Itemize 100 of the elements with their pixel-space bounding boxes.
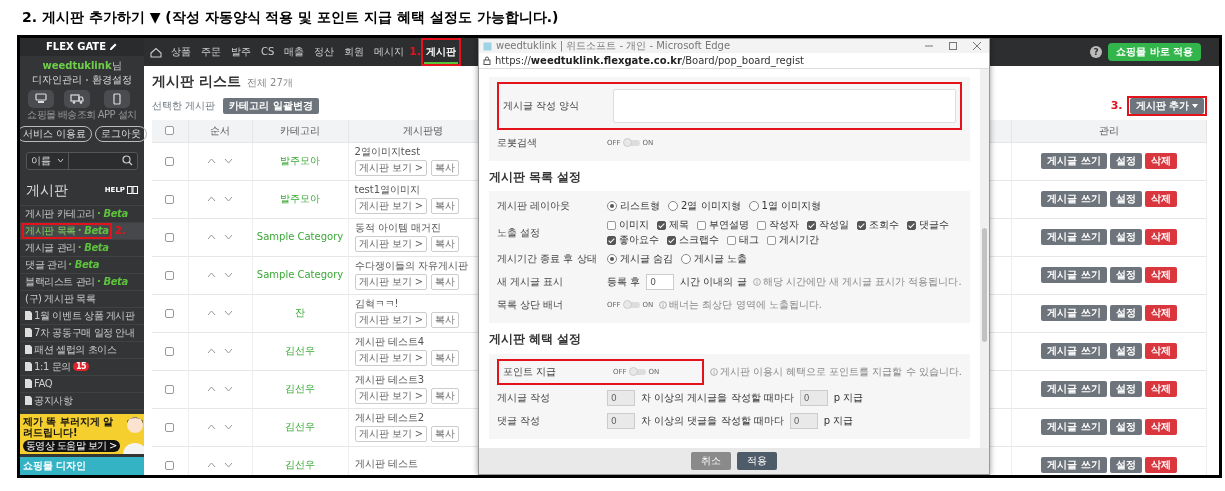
nav-tab[interactable]: 발주 (229, 40, 253, 64)
copy-button[interactable]: 복사 (431, 350, 460, 366)
chevron-up-icon[interactable] (207, 158, 216, 164)
checkbox[interactable] (165, 126, 175, 136)
banner-button[interactable]: 동영상 도움말 보기 > (23, 439, 120, 452)
checkbox[interactable] (767, 235, 776, 245)
copy-button[interactable]: 복사 (431, 274, 460, 290)
radio-button[interactable] (668, 201, 678, 212)
action-button[interactable]: 게시글 쓰기 (1041, 457, 1107, 474)
action-button[interactable]: 설정 (1109, 343, 1142, 359)
checkbox[interactable] (165, 422, 175, 432)
radio-button[interactable] (607, 254, 617, 265)
delete-button[interactable]: 삭제 (1144, 229, 1177, 245)
action-button[interactable]: 설정 (1109, 457, 1142, 474)
number-field[interactable]: 0 (646, 274, 675, 291)
checkbox[interactable] (607, 235, 616, 245)
view-board-button[interactable]: 게시판 보기 > (354, 274, 428, 290)
checkbox[interactable] (697, 220, 706, 230)
chevron-down-icon[interactable] (224, 310, 233, 316)
delete-button[interactable]: 삭제 (1144, 381, 1177, 397)
action-button[interactable]: 게시글 쓰기 (1041, 229, 1107, 245)
delete-button[interactable]: 삭제 (1144, 267, 1177, 283)
action-button[interactable]: 게시글 쓰기 (1041, 343, 1107, 359)
search-select[interactable]: 이름 (27, 152, 69, 169)
delete-button[interactable]: 삭제 (1144, 343, 1177, 359)
toggle-switch[interactable] (623, 302, 640, 309)
sidebar-item[interactable]: (구) 게시판 목록 (20, 290, 144, 308)
view-board-button[interactable]: 게시판 보기 > (354, 312, 428, 328)
checkbox[interactable] (165, 270, 175, 280)
action-button[interactable]: 게시글 쓰기 (1041, 191, 1107, 207)
action-button[interactable]: 설정 (1109, 191, 1142, 207)
home-icon[interactable] (150, 46, 162, 58)
checkbox[interactable] (165, 460, 175, 470)
chevron-up-icon[interactable] (207, 272, 216, 278)
delete-button[interactable]: 삭제 (1144, 305, 1177, 321)
chevron-up-icon[interactable] (207, 424, 216, 430)
minimize-icon[interactable] (925, 42, 933, 50)
toggle-switch[interactable] (623, 140, 640, 146)
chevron-up-icon[interactable] (207, 234, 216, 240)
chevron-up-icon[interactable] (207, 348, 216, 354)
delete-button[interactable]: 삭제 (1144, 457, 1177, 474)
chevron-up-icon[interactable] (207, 462, 216, 469)
sidebar-item[interactable]: 게시판 카테고리 · Beta (20, 205, 144, 223)
sidebar-item[interactable]: 게시글 관리 · Beta (20, 239, 144, 257)
view-board-button[interactable]: 게시판 보기 > (354, 350, 428, 366)
add-board-button[interactable]: 게시판 추가 (1129, 98, 1204, 114)
maximize-icon[interactable] (949, 42, 957, 50)
help-icon[interactable]: ? (1090, 46, 1103, 58)
copy-button[interactable]: 복사 (431, 312, 460, 328)
chevron-down-icon[interactable] (224, 196, 233, 202)
shortcut-button[interactable]: 배송조회 (57, 89, 96, 121)
chevron-up-icon[interactable] (207, 386, 216, 392)
checkbox[interactable] (857, 220, 866, 230)
action-button[interactable]: 게시글 쓰기 (1041, 419, 1107, 435)
bulk-category-button[interactable]: 카테고리 일괄변경 (223, 98, 319, 114)
delete-button[interactable]: 삭제 (1144, 191, 1177, 207)
checkbox[interactable] (657, 220, 666, 230)
copy-button[interactable]: 복사 (431, 198, 460, 214)
view-board-button[interactable]: 게시판 보기 > (354, 426, 428, 442)
promo-banner[interactable]: 제가 똑 부러지게 알려드립니다! 동영상 도움말 보기 > (20, 413, 144, 454)
sidebar-item[interactable]: 1월 이벤트 상품 게시판 (20, 307, 144, 325)
chevron-up-icon[interactable] (207, 310, 216, 316)
sidebar-item[interactable]: 댓글 관리 · Beta (20, 256, 144, 274)
copy-button[interactable]: 복사 (431, 236, 460, 252)
action-button[interactable]: 설정 (1109, 267, 1142, 283)
sidebar-item[interactable]: 7차 공동구매 일정 안내 (20, 324, 144, 342)
view-board-button[interactable]: 게시판 보기 > (354, 198, 428, 214)
close-icon[interactable] (973, 42, 981, 50)
checkbox[interactable] (165, 194, 175, 204)
action-button[interactable]: 설정 (1109, 229, 1142, 245)
delete-button[interactable]: 삭제 (1144, 153, 1177, 169)
checkbox[interactable] (165, 384, 175, 394)
chevron-up-icon[interactable] (207, 196, 216, 202)
apply-button[interactable]: 적용 (737, 452, 777, 470)
nav-tab[interactable]: 게시판 (424, 40, 459, 64)
checkbox[interactable] (607, 220, 616, 230)
checkbox[interactable] (165, 308, 175, 318)
radio-button[interactable] (681, 254, 692, 265)
nav-tab[interactable]: 상품 (169, 40, 193, 64)
action-button[interactable]: 게시글 쓰기 (1041, 381, 1107, 397)
chevron-down-icon[interactable] (224, 272, 233, 278)
cancel-button[interactable]: 취소 (691, 452, 731, 470)
checkbox[interactable] (757, 220, 766, 230)
scrollbar[interactable] (980, 69, 989, 448)
copy-button[interactable]: 복사 (431, 426, 460, 442)
radio-button[interactable] (607, 201, 617, 212)
chevron-down-icon[interactable] (224, 424, 233, 430)
action-button[interactable]: 설정 (1109, 305, 1142, 321)
chevron-down-icon[interactable] (224, 462, 233, 469)
action-button[interactable]: 설정 (1109, 153, 1142, 169)
checkbox[interactable] (807, 220, 816, 230)
sidebar-link[interactable]: 디자인관리 (32, 73, 82, 86)
copy-button[interactable]: 복사 (431, 388, 460, 404)
view-board-button[interactable]: 게시판 보기 > (354, 236, 428, 252)
nav-tab[interactable]: 매출 (282, 40, 307, 64)
view-board-button[interactable]: 게시판 보기 > (354, 388, 428, 404)
action-button[interactable]: 게시글 쓰기 (1041, 267, 1107, 283)
radio-button[interactable] (748, 201, 759, 212)
checkbox[interactable] (165, 346, 175, 356)
action-button[interactable]: 설정 (1109, 419, 1142, 435)
